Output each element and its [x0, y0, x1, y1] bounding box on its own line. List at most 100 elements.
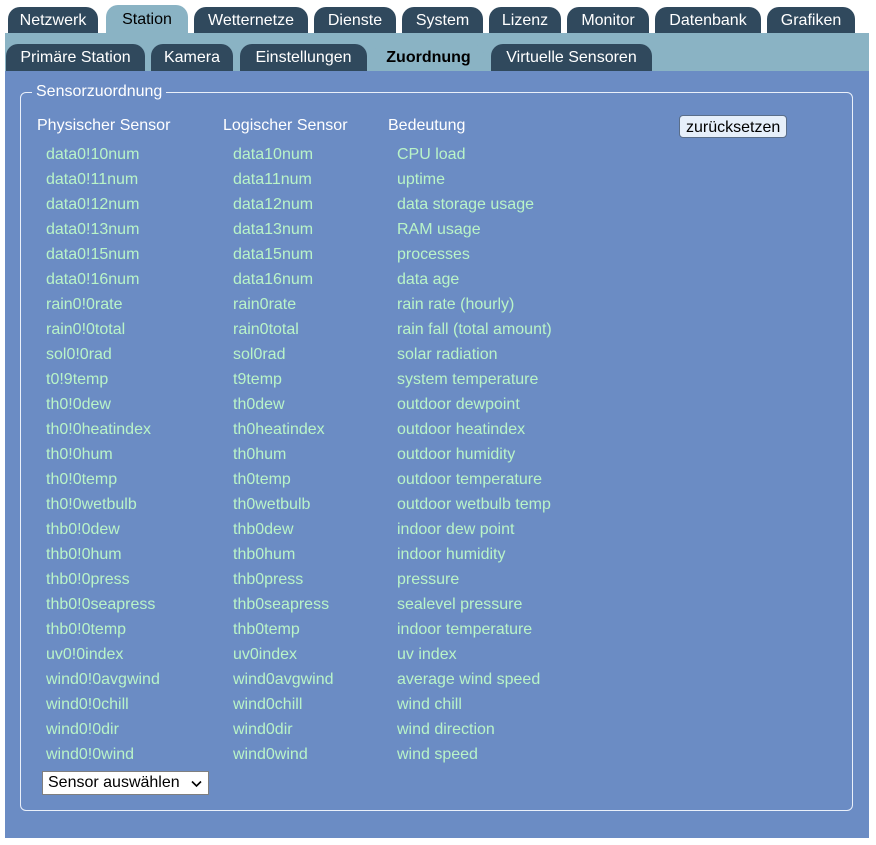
- tab-netzwerk[interactable]: Netzwerk: [8, 7, 98, 33]
- logical-sensor-cell[interactable]: rain0rate: [233, 296, 296, 314]
- meaning-cell[interactable]: processes: [397, 246, 470, 264]
- logical-sensor-cell[interactable]: wind0dir: [233, 721, 293, 739]
- logical-sensor-cell[interactable]: data12num: [233, 196, 313, 214]
- physical-sensor-cell[interactable]: th0!0hum: [46, 446, 113, 464]
- physical-sensor-cell[interactable]: data0!11num: [46, 171, 138, 189]
- physical-sensor-cell[interactable]: data0!12num: [46, 196, 139, 214]
- table-row: thb0!0seapress thb0seapress sealevel press…: [0, 593, 876, 618]
- meaning-cell[interactable]: indoor dew point: [397, 521, 514, 539]
- physical-sensor-cell[interactable]: wind0!0chill: [46, 696, 129, 714]
- physical-sensor-cell[interactable]: thb0!0hum: [46, 546, 122, 564]
- tab-dienste[interactable]: Dienste: [314, 7, 396, 33]
- meaning-cell[interactable]: uv index: [397, 646, 457, 664]
- subtab-virtuelle-sensoren[interactable]: Virtuelle Sensoren: [491, 44, 652, 71]
- meaning-cell[interactable]: data storage usage: [397, 196, 534, 214]
- logical-sensor-cell[interactable]: th0dew: [233, 396, 285, 414]
- logical-sensor-cell[interactable]: wind0avgwind: [233, 671, 334, 689]
- meaning-cell[interactable]: solar radiation: [397, 346, 498, 364]
- meaning-cell[interactable]: pressure: [397, 571, 459, 589]
- physical-sensor-cell[interactable]: th0!0dew: [46, 396, 111, 414]
- logical-sensor-cell[interactable]: th0wetbulb: [233, 496, 310, 514]
- physical-sensor-cell[interactable]: data0!16num: [46, 271, 139, 289]
- meaning-cell[interactable]: wind direction: [397, 721, 495, 739]
- logical-sensor-cell[interactable]: data13num: [233, 221, 313, 239]
- physical-sensor-cell[interactable]: thb0!0press: [46, 571, 130, 589]
- physical-sensor-cell[interactable]: wind0!0wind: [46, 746, 134, 764]
- logical-sensor-cell[interactable]: thb0press: [233, 571, 303, 589]
- logical-sensor-cell[interactable]: data15num: [233, 246, 313, 264]
- meaning-cell[interactable]: average wind speed: [397, 671, 540, 689]
- table-row: wind0!0chill wind0chill wind chill: [0, 693, 876, 718]
- sensor-select[interactable]: Sensor auswählen: [42, 771, 209, 795]
- tab-datenbank[interactable]: Datenbank: [655, 7, 761, 33]
- physical-sensor-cell[interactable]: rain0!0rate: [46, 296, 123, 314]
- logical-sensor-cell[interactable]: rain0total: [233, 321, 299, 339]
- logical-sensor-cell[interactable]: sol0rad: [233, 346, 285, 364]
- table-row: wind0!0dir wind0dir wind direction: [0, 718, 876, 743]
- physical-sensor-cell[interactable]: thb0!0temp: [46, 621, 126, 639]
- logical-sensor-cell[interactable]: data10num: [233, 146, 313, 164]
- meaning-cell[interactable]: indoor temperature: [397, 621, 532, 639]
- tab-wetternetze[interactable]: Wetternetze: [194, 7, 308, 33]
- meaning-cell[interactable]: CPU load: [397, 146, 465, 164]
- meaning-cell[interactable]: outdoor dewpoint: [397, 396, 520, 414]
- table-row: th0!0wetbulb th0wetbulb outdoor wetbulb te…: [0, 493, 876, 518]
- physical-sensor-cell[interactable]: data0!10num: [46, 146, 139, 164]
- logical-sensor-cell[interactable]: t9temp: [233, 371, 282, 389]
- logical-sensor-cell[interactable]: th0temp: [233, 471, 291, 489]
- physical-sensor-cell[interactable]: th0!0heatindex: [46, 421, 151, 439]
- table-row: sol0!0rad sol0rad solar radiation: [0, 343, 876, 368]
- meaning-cell[interactable]: outdoor wetbulb temp: [397, 496, 551, 514]
- meaning-cell[interactable]: system temperature: [397, 371, 538, 389]
- tab-station[interactable]: Station: [106, 5, 188, 34]
- meaning-cell[interactable]: indoor humidity: [397, 546, 506, 564]
- tab-grafiken[interactable]: Grafiken: [767, 7, 855, 33]
- tab-monitor[interactable]: Monitor: [567, 7, 649, 33]
- sensor-select-value: Sensor auswählen: [48, 774, 180, 791]
- subtab-kamera[interactable]: Kamera: [151, 44, 233, 71]
- physical-sensor-cell[interactable]: t0!9temp: [46, 371, 108, 389]
- subtab-zuordnung[interactable]: Zuordnung: [373, 44, 484, 71]
- meaning-cell[interactable]: outdoor humidity: [397, 446, 515, 464]
- app-window: Netzwerk Station Wetternetze Dienste Sys…: [0, 0, 876, 845]
- table-row: thb0!0hum thb0hum indoor humidity: [0, 543, 876, 568]
- logical-sensor-cell[interactable]: thb0dew: [233, 521, 294, 539]
- logical-sensor-cell[interactable]: th0heatindex: [233, 421, 325, 439]
- logical-sensor-cell[interactable]: thb0hum: [233, 546, 295, 564]
- logical-sensor-cell[interactable]: wind0chill: [233, 696, 302, 714]
- meaning-cell[interactable]: RAM usage: [397, 221, 481, 239]
- logical-sensor-cell[interactable]: data11num: [233, 171, 312, 189]
- physical-sensor-cell[interactable]: data0!15num: [46, 246, 139, 264]
- tab-system[interactable]: System: [402, 7, 483, 33]
- meaning-cell[interactable]: outdoor temperature: [397, 471, 542, 489]
- meaning-cell[interactable]: outdoor heatindex: [397, 421, 525, 439]
- meaning-cell[interactable]: wind speed: [397, 746, 478, 764]
- subtab-einstellungen[interactable]: Einstellungen: [240, 44, 367, 71]
- physical-sensor-cell[interactable]: data0!13num: [46, 221, 139, 239]
- meaning-cell[interactable]: sealevel pressure: [397, 596, 522, 614]
- physical-sensor-cell[interactable]: wind0!0dir: [46, 721, 119, 739]
- physical-sensor-cell[interactable]: sol0!0rad: [46, 346, 112, 364]
- physical-sensor-cell[interactable]: thb0!0dew: [46, 521, 120, 539]
- meaning-cell[interactable]: wind chill: [397, 696, 462, 714]
- meaning-cell[interactable]: uptime: [397, 171, 445, 189]
- reset-button[interactable]: zurücksetzen: [679, 115, 787, 138]
- tab-lizenz[interactable]: Lizenz: [489, 7, 561, 33]
- physical-sensor-cell[interactable]: th0!0temp: [46, 471, 117, 489]
- physical-sensor-cell[interactable]: th0!0wetbulb: [46, 496, 137, 514]
- physical-sensor-cell[interactable]: rain0!0total: [46, 321, 125, 339]
- logical-sensor-cell[interactable]: uv0index: [233, 646, 297, 664]
- physical-sensor-cell[interactable]: uv0!0index: [46, 646, 123, 664]
- logical-sensor-cell[interactable]: data16num: [233, 271, 313, 289]
- logical-sensor-cell[interactable]: wind0wind: [233, 746, 308, 764]
- logical-sensor-cell[interactable]: thb0seapress: [233, 596, 329, 614]
- sensor-mapping-list: data0!10num data10num CPU load data0!11num d…: [0, 143, 876, 768]
- logical-sensor-cell[interactable]: th0hum: [233, 446, 286, 464]
- meaning-cell[interactable]: data age: [397, 271, 459, 289]
- meaning-cell[interactable]: rain fall (total amount): [397, 321, 552, 339]
- meaning-cell[interactable]: rain rate (hourly): [397, 296, 514, 314]
- physical-sensor-cell[interactable]: wind0!0avgwind: [46, 671, 160, 689]
- physical-sensor-cell[interactable]: thb0!0seapress: [46, 596, 155, 614]
- logical-sensor-cell[interactable]: thb0temp: [233, 621, 300, 639]
- subtab-primaere-station[interactable]: Primäre Station: [6, 44, 145, 71]
